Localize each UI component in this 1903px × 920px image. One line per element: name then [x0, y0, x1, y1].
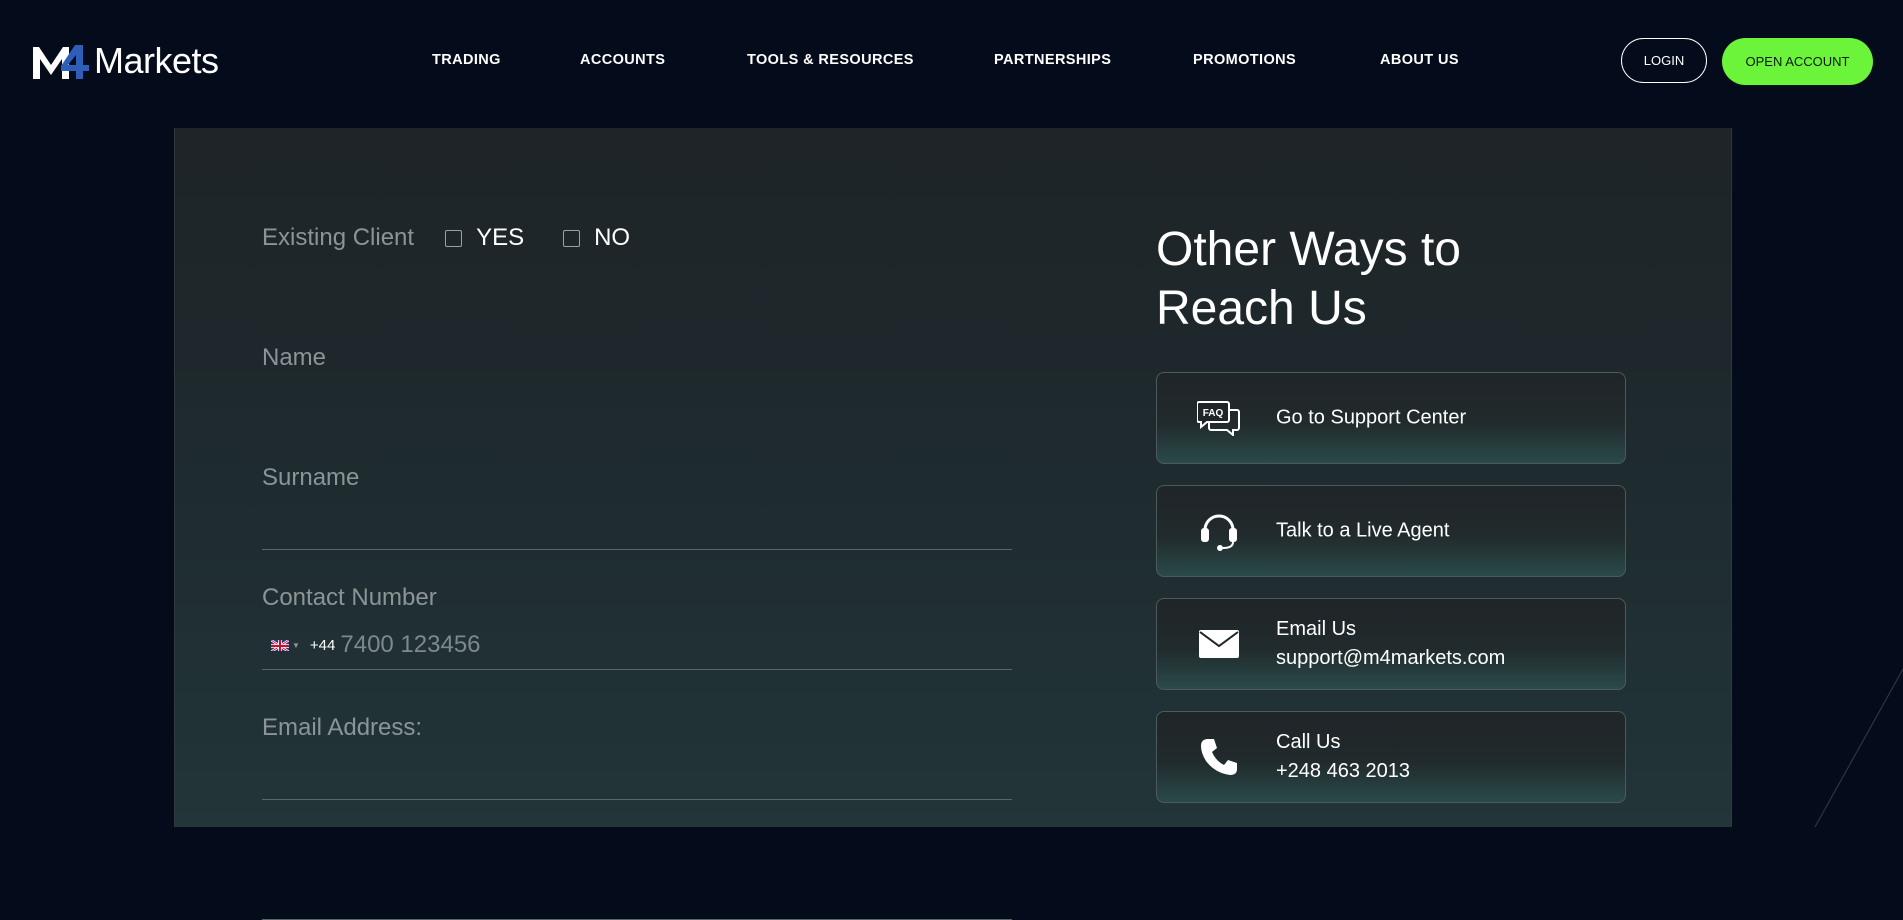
faq-icon-text: FAQ: [1203, 408, 1224, 419]
nav-partnerships[interactable]: PARTNERSHIPS: [994, 52, 1111, 68]
headset-icon: [1197, 509, 1241, 553]
call-us-title: Call Us: [1276, 731, 1341, 753]
login-button[interactable]: LOGIN: [1621, 38, 1707, 83]
phone-input-row[interactable]: ▼ +44 7400 123456: [271, 631, 481, 659]
support-email-link[interactable]: support@m4markets.com: [1276, 644, 1505, 673]
no-label: NO: [594, 224, 631, 251]
nav-about-us[interactable]: ABOUT US: [1380, 52, 1459, 68]
yes-checkbox[interactable]: [445, 229, 463, 247]
existing-client-row: Existing Client YES NO: [262, 224, 630, 252]
nav-accounts[interactable]: ACCOUNTS: [580, 52, 665, 68]
live-agent-link[interactable]: Talk to a Live Agent: [1276, 517, 1449, 546]
envelope-icon: [1197, 622, 1241, 666]
call-us-text: Call Us +248 463 2013: [1276, 728, 1410, 786]
phone-number-link[interactable]: +248 463 2013: [1276, 757, 1410, 786]
faq-icon: FAQ: [1197, 396, 1241, 440]
chevron-down-icon[interactable]: ▼: [292, 641, 300, 650]
contact-panel: Existing Client YES NO Name Surname Cont…: [174, 128, 1732, 920]
live-agent-card[interactable]: Talk to a Live Agent: [1156, 485, 1626, 577]
surname-label: Surname: [262, 464, 360, 491]
dial-code: +44: [309, 636, 336, 654]
support-center-link[interactable]: Go to Support Center: [1276, 404, 1466, 433]
call-us-card[interactable]: Call Us +248 463 2013: [1156, 711, 1626, 803]
site-header: Markets TRADING ACCOUNTS TOOLS & RESOURC…: [0, 0, 1903, 128]
email-us-text: Email Us support@m4markets.com: [1276, 615, 1505, 673]
nav-tools-resources[interactable]: TOOLS & RESOURCES: [747, 52, 914, 68]
phone-icon: [1197, 735, 1241, 779]
decorative-line: [1814, 668, 1903, 827]
main-nav: TRADING ACCOUNTS TOOLS & RESOURCES PARTN…: [0, 52, 1903, 76]
email-field[interactable]: Email Address:: [262, 714, 1012, 920]
name-label: Name: [262, 344, 327, 371]
email-label: Email Address:: [262, 714, 423, 741]
uk-flag-icon[interactable]: [271, 639, 289, 651]
yes-label: YES: [476, 224, 525, 251]
open-account-button[interactable]: OPEN ACCOUNT: [1722, 38, 1873, 85]
existing-client-label: Existing Client: [262, 224, 415, 251]
nav-promotions[interactable]: PROMOTIONS: [1193, 52, 1296, 68]
email-us-title: Email Us: [1276, 618, 1357, 640]
email-us-card[interactable]: Email Us support@m4markets.com: [1156, 598, 1626, 690]
other-ways-title: Other Ways to Reach Us: [1156, 223, 1461, 335]
no-checkbox[interactable]: [563, 229, 581, 247]
contact-number-label: Contact Number: [262, 584, 437, 611]
nav-trading[interactable]: TRADING: [432, 52, 501, 68]
support-center-card[interactable]: FAQ Go to Support Center: [1156, 372, 1626, 464]
phone-number-input[interactable]: 7400 123456: [340, 631, 480, 659]
